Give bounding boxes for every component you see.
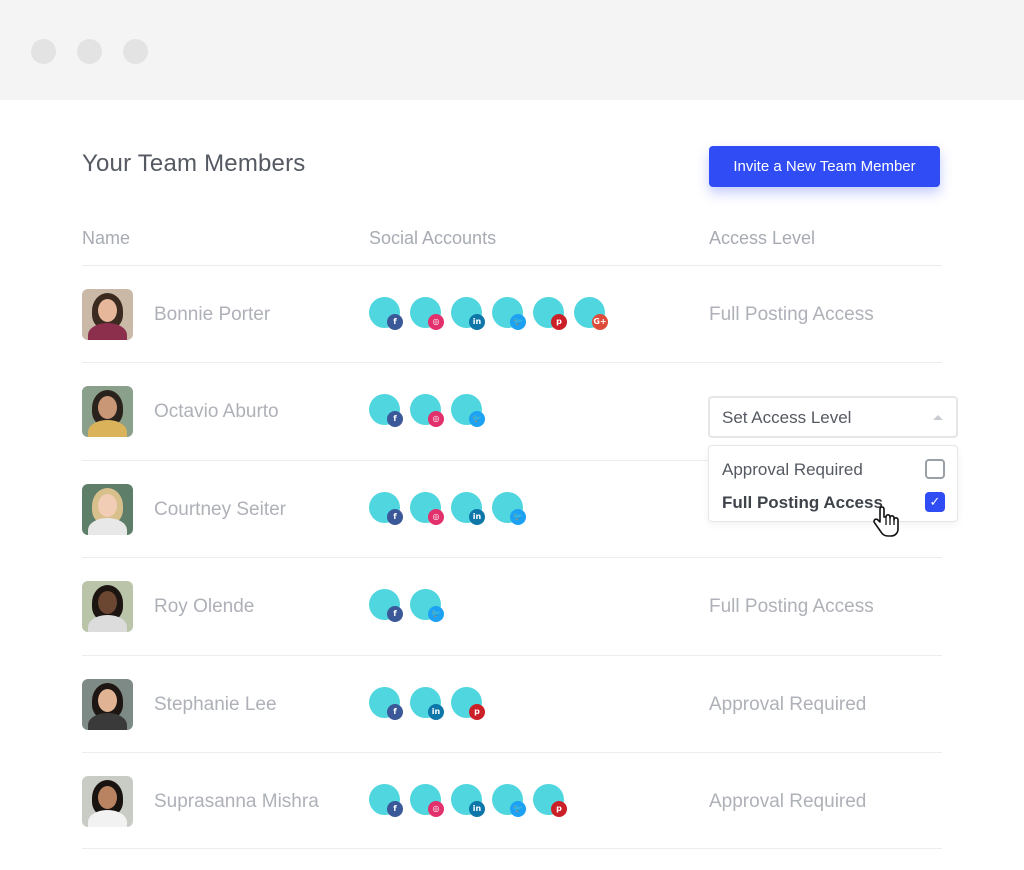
access-level-menu: Approval Required Full Posting Access ✓	[708, 445, 958, 522]
facebook-icon: f	[387, 703, 403, 720]
avatar	[82, 581, 133, 633]
avatar	[82, 386, 133, 438]
access-option-full-posting-access[interactable]: Full Posting Access ✓	[709, 486, 957, 519]
facebook-account-icon[interactable]: f	[369, 589, 403, 623]
linkedin-account-icon[interactable]: in	[410, 686, 444, 721]
instagram-icon: ◎	[428, 508, 444, 525]
linkedin-icon: in	[428, 703, 444, 720]
access-level-text: Approval Required	[709, 790, 867, 812]
facebook-icon: f	[387, 314, 403, 330]
table-row: Stephanie Lee f in p Approval Required	[82, 654, 942, 752]
facebook-icon: f	[387, 800, 403, 817]
twitter-account-icon[interactable]: 🐦	[492, 491, 526, 526]
access-level-select-label: Set Access Level	[722, 408, 852, 427]
facebook-account-icon[interactable]: f	[369, 783, 403, 818]
window-control-dot[interactable]	[77, 39, 102, 64]
facebook-icon: f	[387, 606, 403, 623]
pinterest-account-icon[interactable]: p	[533, 297, 567, 331]
instagram-account-icon[interactable]: ◎	[410, 297, 444, 331]
access-option-label: Approval Required	[722, 460, 863, 479]
twitter-icon: 🐦	[510, 508, 526, 525]
table-row: Roy Olende f 🐦 Full Posting Access	[82, 557, 942, 654]
member-name: Suprasanna Mishra	[154, 790, 319, 812]
pinterest-account-icon[interactable]: p	[533, 783, 567, 818]
avatar	[82, 483, 133, 535]
linkedin-account-icon[interactable]: in	[451, 783, 485, 818]
member-name: Roy Olende	[154, 596, 255, 618]
invite-team-member-button[interactable]: Invite a New Team Member	[709, 146, 940, 187]
facebook-account-icon[interactable]: f	[369, 491, 403, 526]
access-option-label: Full Posting Access	[722, 493, 883, 512]
column-header-social-accounts: Social Accounts	[369, 228, 497, 248]
avatar	[82, 678, 133, 730]
member-name: Stephanie Lee	[154, 693, 277, 715]
table-row: Bonnie Porter f ◎ in 🐦 p G+ Full Posting Acce…	[82, 265, 942, 362]
google-plus-account-icon[interactable]: G+	[574, 297, 608, 331]
avatar	[82, 775, 133, 827]
avatar	[82, 289, 133, 340]
facebook-account-icon[interactable]: f	[369, 686, 403, 721]
chevron-up-icon	[933, 415, 943, 420]
checkbox-unchecked[interactable]	[925, 459, 945, 479]
checkbox-checked[interactable]: ✓	[925, 492, 945, 512]
member-name: Courtney Seiter	[154, 498, 287, 520]
window-control-dot[interactable]	[31, 39, 56, 64]
member-name: Bonnie Porter	[154, 304, 271, 325]
column-header-name: Name	[82, 228, 131, 248]
twitter-account-icon[interactable]: 🐦	[410, 589, 444, 623]
linkedin-icon: in	[469, 800, 485, 817]
window-control-dot[interactable]	[123, 39, 148, 64]
twitter-account-icon[interactable]: 🐦	[492, 783, 526, 818]
instagram-icon: ◎	[428, 411, 444, 428]
member-name: Octavio Aburto	[154, 401, 279, 423]
linkedin-account-icon[interactable]: in	[451, 297, 485, 331]
instagram-icon: ◎	[428, 800, 444, 817]
twitter-icon: 🐦	[428, 606, 444, 623]
twitter-icon: 🐦	[469, 411, 485, 428]
pinterest-icon: p	[551, 314, 567, 330]
column-header-access-level: Access Level	[709, 228, 816, 248]
hand-pointer-cursor-icon	[873, 506, 899, 537]
linkedin-icon: in	[469, 508, 485, 525]
linkedin-icon: in	[469, 314, 485, 330]
twitter-icon: 🐦	[510, 314, 526, 330]
facebook-account-icon[interactable]: f	[369, 394, 403, 428]
page-title: Your Team Members	[82, 150, 306, 177]
twitter-account-icon[interactable]: 🐦	[451, 394, 485, 428]
instagram-account-icon[interactable]: ◎	[410, 491, 444, 526]
google-plus-icon: G+	[592, 314, 608, 330]
pinterest-icon: p	[551, 800, 567, 817]
linkedin-account-icon[interactable]: in	[451, 491, 485, 526]
instagram-icon: ◎	[428, 314, 444, 330]
access-level-select[interactable]: Set Access Level	[708, 396, 958, 438]
twitter-icon: 🐦	[510, 800, 526, 817]
access-level-text: Approval Required	[709, 693, 867, 715]
access-option-approval-required[interactable]: Approval Required	[709, 453, 957, 486]
instagram-account-icon[interactable]: ◎	[410, 783, 444, 818]
window-titlebar	[0, 0, 1024, 100]
twitter-account-icon[interactable]: 🐦	[492, 297, 526, 331]
access-level-text: Full Posting Access	[709, 304, 874, 325]
table-row: Suprasanna Mishra f ◎ in 🐦 p Approval Requir…	[82, 751, 942, 850]
pinterest-icon: p	[469, 703, 485, 720]
facebook-icon: f	[387, 508, 403, 525]
pinterest-account-icon[interactable]: p	[451, 686, 485, 721]
access-level-text: Full Posting Access	[709, 596, 874, 618]
team-members-table: Bonnie Porter f ◎ in 🐦 p G+ Full Posting Acce…	[82, 265, 942, 850]
facebook-icon: f	[387, 411, 403, 428]
instagram-account-icon[interactable]: ◎	[410, 394, 444, 428]
facebook-account-icon[interactable]: f	[369, 297, 403, 331]
